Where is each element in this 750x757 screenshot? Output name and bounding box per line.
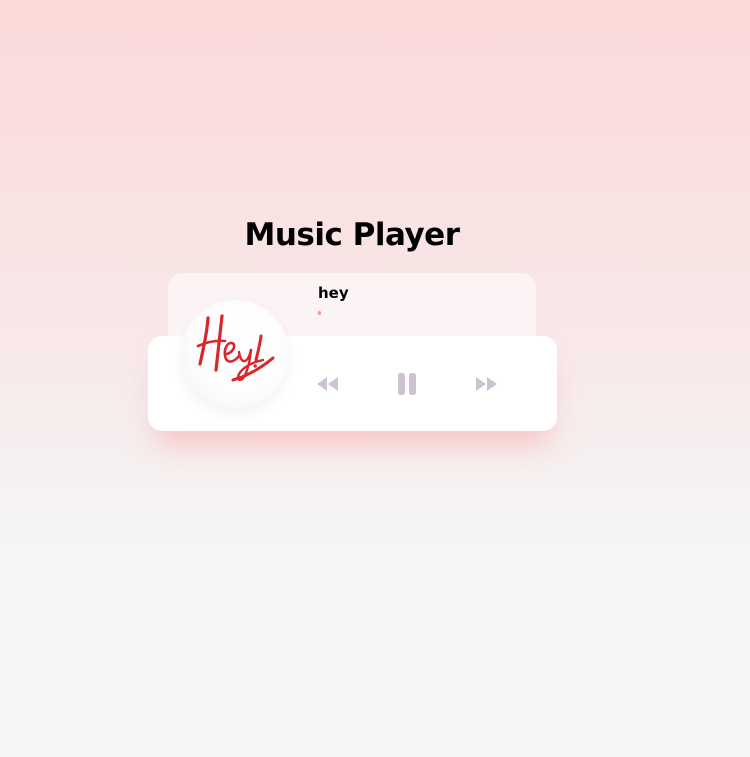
pause-icon xyxy=(398,373,416,395)
progress-fill xyxy=(318,311,322,315)
next-button[interactable] xyxy=(466,364,506,404)
hey-logo-image xyxy=(196,314,275,382)
previous-button[interactable] xyxy=(308,364,348,404)
progress-bar[interactable] xyxy=(318,311,526,315)
track-title: hey xyxy=(318,284,349,302)
backward-icon xyxy=(317,377,338,391)
page-title: Music Player xyxy=(244,216,461,253)
forward-icon xyxy=(476,377,497,391)
album-art xyxy=(181,300,289,408)
play-pause-button[interactable] xyxy=(387,364,427,404)
